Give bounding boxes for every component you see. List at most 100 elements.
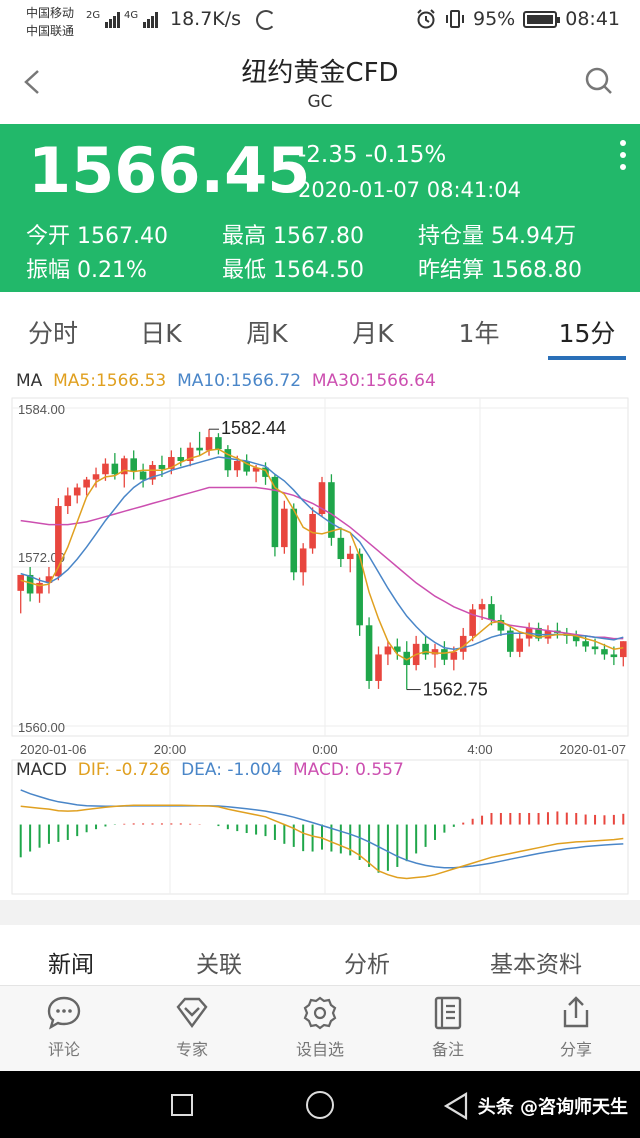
candle-body: [64, 495, 72, 507]
comment-label: 评论: [47, 1040, 80, 1059]
x-tick-label: 2020-01-06: [20, 742, 87, 757]
alarm-icon: [417, 9, 435, 29]
ma-legend-label: MA: [16, 371, 43, 391]
stat-amplitude: 振幅 0.21%: [26, 252, 147, 284]
ma-legend: MA MA5:1566.53 MA10:1566.72 MA30:1566.64: [16, 371, 436, 391]
battery-percent: 95%: [473, 8, 516, 30]
candle-body: [17, 574, 25, 591]
stat-low: 最低 1564.50: [222, 252, 364, 284]
expert-label: 专家: [175, 1040, 208, 1059]
dif-value: DIF: -0.726: [77, 760, 171, 780]
tab-1-year[interactable]: 1年: [434, 314, 524, 350]
clock: 08:41: [565, 8, 620, 30]
macd-legend: MACD DIF: -0.726 DEA: -1.004 MACD: 0.557: [16, 760, 404, 780]
sync-icon: [256, 10, 276, 30]
candle-body: [224, 449, 232, 471]
stat-label: 振幅: [26, 258, 71, 283]
signal-icon: [105, 12, 120, 28]
carrier-names: 中国移动 中国联通: [26, 4, 74, 40]
tab-monthly-k[interactable]: 月K: [328, 314, 418, 350]
stat-open-interest: 持仓量 54.94万: [418, 218, 576, 250]
y-tick-label: 1584.00: [18, 402, 65, 417]
status-bar: 中国移动 中国联通 2G 4G 18.7K/s 95% 08:41: [0, 0, 640, 44]
tab-analysis[interactable]: 分析: [344, 945, 390, 979]
add-watchlist-button[interactable]: 设自选: [270, 994, 370, 1060]
tab-related[interactable]: 关联: [196, 945, 242, 979]
share-label: 分享: [559, 1040, 592, 1059]
stat-value: 1567.80: [273, 224, 364, 249]
stat-value: 54.94万: [491, 224, 576, 249]
ma30-value: MA30:1566.64: [311, 371, 436, 391]
candle-body: [299, 548, 307, 573]
candle-body: [346, 553, 354, 560]
kline-chart[interactable]: 1584.001572.001560.001582.441562.752020-…: [0, 362, 640, 900]
kline-chart-panel[interactable]: 1584.00 1572.00 1560.00 1582.44 1562.75 2020-…: [0, 362, 640, 900]
price-change: -2.35 -0.15%: [298, 142, 447, 168]
candle-body: [328, 482, 335, 538]
candle-body: [601, 649, 608, 655]
share-button[interactable]: 分享: [526, 994, 626, 1060]
candle-body: [582, 641, 589, 647]
candle-body: [177, 457, 185, 461]
carrier-2: 中国联通: [26, 24, 75, 38]
stat-label: 今开: [26, 224, 71, 249]
candle-body: [365, 625, 373, 681]
expert-button[interactable]: 专家: [142, 994, 242, 1060]
candle-body: [450, 651, 458, 660]
candle-body: [139, 471, 147, 480]
macd-value: MACD: 0.557: [293, 760, 404, 780]
tab-weekly-k[interactable]: 周K: [222, 314, 312, 350]
home-icon[interactable]: [306, 1091, 334, 1119]
candle-body: [384, 646, 392, 655]
macd-legend-label: MACD: [16, 760, 67, 780]
bottom-toolbar: 评论 专家 设自选 备注 分享: [0, 985, 640, 1071]
more-options-icon[interactable]: [620, 140, 628, 174]
stat-prev-settle: 昨结算 1568.80: [418, 252, 582, 284]
x-tick-label: 20:00: [154, 742, 187, 757]
candle-body: [111, 463, 119, 475]
tab-daily-k[interactable]: 日K: [116, 314, 206, 350]
system-nav-bar: 头条 @咨询师天生: [0, 1071, 640, 1138]
stat-value: 1567.40: [77, 224, 168, 249]
candle-body: [591, 646, 599, 650]
page-subtitle: GC: [307, 92, 333, 112]
note-label: 备注: [431, 1040, 464, 1059]
quote-timestamp: 2020-01-07 08:41:04: [298, 178, 522, 202]
comment-button[interactable]: 评论: [14, 994, 114, 1060]
low-price-label: 1562.75: [423, 680, 488, 700]
macd-plot-frame: [11, 759, 629, 895]
gear-icon: [303, 996, 337, 1030]
tab-15-min[interactable]: 15分: [542, 314, 632, 350]
candle-body: [610, 654, 618, 658]
stat-high: 最高 1567.80: [222, 218, 364, 250]
nav-back-icon[interactable]: [442, 1091, 470, 1121]
tab-intraday[interactable]: 分时: [8, 314, 98, 350]
quote-panel: 1566.45 -2.35 -0.15% 2020-01-07 08:41:04…: [0, 124, 640, 292]
note-button[interactable]: 备注: [398, 994, 498, 1060]
tab-news[interactable]: 新闻: [48, 945, 94, 979]
candle-body: [441, 649, 448, 660]
candle-body: [488, 604, 495, 620]
stat-value: 0.21%: [77, 258, 147, 283]
candle-body: [215, 437, 222, 450]
stat-label: 持仓量: [418, 224, 485, 249]
stat-label: 最低: [222, 258, 267, 283]
diamond-icon: [176, 997, 208, 1029]
candle-body: [337, 537, 345, 560]
note-icon: [434, 996, 462, 1030]
candle-body: [196, 447, 203, 451]
add-watchlist-label: 设自选: [295, 1040, 344, 1059]
candle-body: [73, 487, 81, 496]
stat-open: 今开 1567.40: [26, 218, 168, 250]
stat-value: 1564.50: [273, 258, 364, 283]
signal-icon-2: [143, 12, 158, 28]
title-bar: 纽约黄金CFD GC: [0, 44, 640, 124]
recent-apps-icon[interactable]: [171, 1094, 193, 1116]
high-price-label: 1582.44: [221, 418, 286, 438]
candle-body: [290, 508, 298, 573]
network-speed: 18.7K/s: [170, 8, 242, 30]
carrier-1: 中国移动: [26, 6, 75, 20]
tab-basic-info[interactable]: 基本资料: [490, 945, 582, 979]
active-tab-indicator: [548, 356, 626, 360]
search-icon[interactable]: [584, 66, 614, 96]
